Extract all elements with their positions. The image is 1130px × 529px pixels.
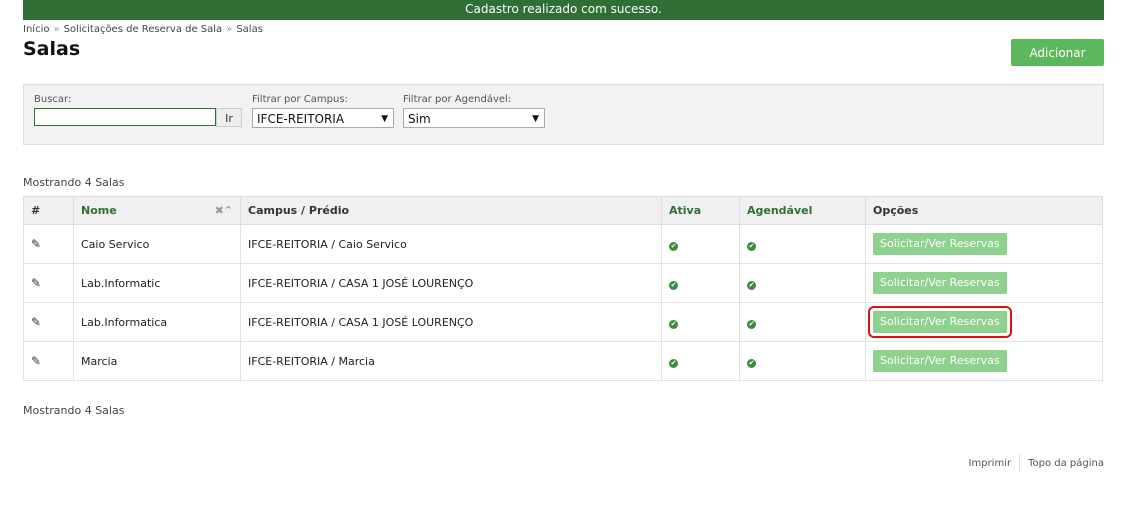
campus-select[interactable]: IFCE-REITORIA ▼ bbox=[252, 108, 394, 128]
rooms-table: # Nome ✖⌃ Campus / Prédio Ativa Agendáve… bbox=[23, 196, 1103, 381]
breadcrumb-separator: » bbox=[53, 24, 60, 35]
request-reservations-button[interactable]: Solicitar/Ver Reservas bbox=[873, 272, 1007, 294]
check-circle-icon: ✔ bbox=[747, 358, 756, 368]
campus-filter-label: Filtrar por Campus: bbox=[252, 94, 348, 105]
success-alert: Cadastro realizado com sucesso. bbox=[23, 0, 1104, 20]
divider bbox=[1019, 454, 1021, 472]
col-name[interactable]: Nome ✖⌃ bbox=[73, 196, 241, 225]
request-reservations-button[interactable]: Solicitar/Ver Reservas bbox=[873, 350, 1007, 372]
back-to-top-link[interactable]: Topo da página bbox=[1028, 458, 1104, 469]
room-name: Marcia bbox=[73, 341, 241, 381]
col-id: # bbox=[23, 196, 74, 225]
col-schedulable[interactable]: Agendável bbox=[739, 196, 866, 225]
room-campus: IFCE-REITORIA / Caio Servico bbox=[240, 224, 662, 264]
table-row: ✎ Lab.Informatic IFCE-REITORIA / CASA 1 … bbox=[23, 263, 1103, 303]
print-link[interactable]: Imprimir bbox=[969, 458, 1012, 469]
col-campus[interactable]: Campus / Prédio bbox=[240, 196, 662, 225]
check-circle-icon: ✔ bbox=[747, 241, 756, 251]
chevron-up-icon[interactable]: ⌃ bbox=[224, 204, 233, 217]
results-count-bottom: Mostrando 4 Salas bbox=[23, 404, 125, 417]
dropdown-arrow-icon: ▼ bbox=[381, 114, 388, 124]
schedulable-filter-label: Filtrar por Agendável: bbox=[403, 94, 512, 105]
room-name: Lab.Informatica bbox=[73, 302, 241, 342]
col-active[interactable]: Ativa bbox=[661, 196, 740, 225]
check-circle-icon: ✔ bbox=[669, 319, 678, 329]
schedulable-select[interactable]: Sim ▼ bbox=[403, 108, 545, 128]
breadcrumb-home[interactable]: Início bbox=[23, 24, 49, 35]
footer-links: Imprimir Topo da página bbox=[969, 454, 1104, 472]
table-row: ✎ Lab.Informatica IFCE-REITORIA / CASA 1… bbox=[23, 302, 1103, 342]
check-circle-icon: ✔ bbox=[747, 319, 756, 329]
search-input[interactable] bbox=[34, 108, 216, 126]
room-campus: IFCE-REITORIA / CASA 1 JOSÉ LOURENÇO bbox=[240, 302, 662, 342]
breadcrumb-current: Salas bbox=[236, 24, 263, 35]
request-reservations-button-highlighted[interactable]: Solicitar/Ver Reservas bbox=[868, 306, 1012, 338]
breadcrumb-requests[interactable]: Solicitações de Reserva de Sala bbox=[64, 24, 223, 35]
check-circle-icon: ✔ bbox=[669, 358, 678, 368]
edit-icon[interactable]: ✎ bbox=[31, 315, 41, 329]
room-name: Lab.Informatic bbox=[73, 263, 241, 303]
edit-icon[interactable]: ✎ bbox=[31, 276, 41, 290]
dropdown-arrow-icon: ▼ bbox=[532, 114, 539, 124]
room-campus: IFCE-REITORIA / Marcia bbox=[240, 341, 662, 381]
search-go-button[interactable]: Ir bbox=[216, 108, 242, 127]
table-header-row: # Nome ✖⌃ Campus / Prédio Ativa Agendáve… bbox=[23, 196, 1103, 225]
close-icon[interactable]: ✖ bbox=[215, 204, 224, 217]
table-row: ✎ Caio Servico IFCE-REITORIA / Caio Serv… bbox=[23, 224, 1103, 264]
filter-panel: Buscar: Ir Filtrar por Campus: IFCE-REIT… bbox=[23, 84, 1104, 145]
room-campus: IFCE-REITORIA / CASA 1 JOSÉ LOURENÇO bbox=[240, 263, 662, 303]
check-circle-icon: ✔ bbox=[747, 280, 756, 290]
col-name-label: Nome bbox=[81, 204, 117, 217]
search-label: Buscar: bbox=[34, 94, 72, 105]
check-circle-icon: ✔ bbox=[669, 280, 678, 290]
breadcrumb-separator: » bbox=[226, 24, 233, 35]
campus-select-value: IFCE-REITORIA bbox=[257, 112, 345, 126]
breadcrumb: Início» Solicitações de Reserva de Sala» S… bbox=[23, 24, 263, 35]
edit-icon[interactable]: ✎ bbox=[31, 237, 41, 251]
table-row: ✎ Marcia IFCE-REITORIA / Marcia ✔ ✔ Soli… bbox=[23, 341, 1103, 381]
edit-icon[interactable]: ✎ bbox=[31, 354, 41, 368]
add-room-button[interactable]: Adicionar Sala bbox=[1011, 39, 1104, 87]
schedulable-select-value: Sim bbox=[408, 112, 431, 126]
col-options: Opções bbox=[865, 196, 1103, 225]
room-name: Caio Servico bbox=[73, 224, 241, 264]
page-title: Salas bbox=[23, 38, 81, 60]
results-count: Mostrando 4 Salas bbox=[23, 176, 125, 189]
check-circle-icon: ✔ bbox=[669, 241, 678, 251]
request-reservations-button[interactable]: Solicitar/Ver Reservas bbox=[873, 233, 1007, 255]
